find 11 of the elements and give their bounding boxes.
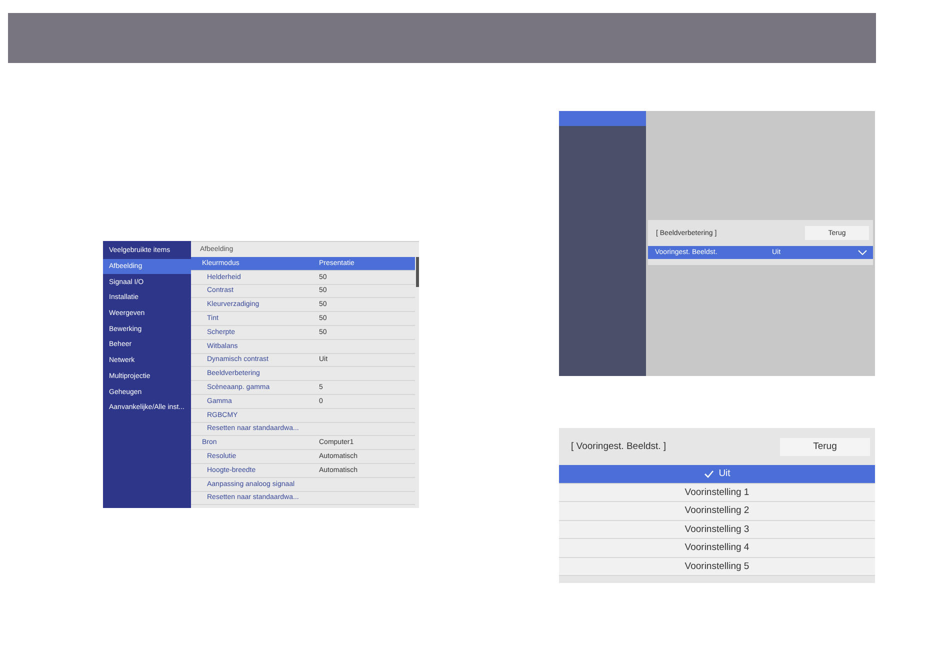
option-row[interactable]: Voorinstelling 4 (559, 539, 875, 558)
chevron-down-icon (858, 250, 867, 255)
option-row[interactable]: Voorinstelling 5 (559, 558, 875, 576)
option-row[interactable]: Voorinstelling 2 (559, 502, 875, 520)
dialog-title: [ Vooringest. Beeldst. ] (571, 441, 666, 452)
option-row[interactable]: Voorinstelling 1 (559, 484, 875, 502)
option-row[interactable]: Voorinstelling 3 (559, 520, 875, 539)
scrollbar-thumb[interactable] (416, 257, 419, 287)
option-row[interactable]: Uit (559, 465, 875, 484)
back-button[interactable]: Terug (780, 438, 870, 456)
check-icon (704, 470, 714, 478)
